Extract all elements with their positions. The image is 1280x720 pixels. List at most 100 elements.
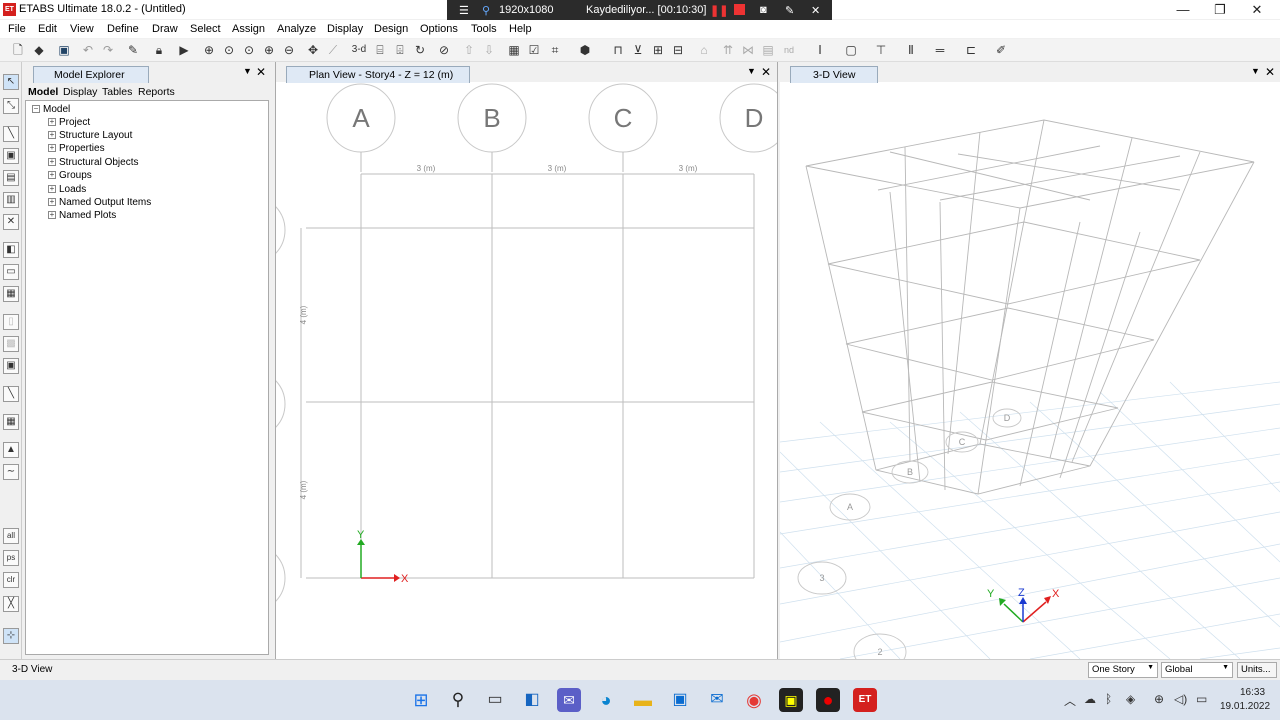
section-icon[interactable]: Ⅰ — [812, 42, 828, 58]
etabs-taskbar-icon[interactable]: ET — [853, 688, 877, 712]
grid-bubble-row[interactable] — [276, 196, 286, 264]
camera-icon[interactable]: ◙ — [760, 4, 767, 16]
tree-item-named-plots[interactable]: + Named Plots — [48, 210, 116, 221]
quick-wall-icon[interactable]: ▩ — [3, 336, 19, 352]
frame-icon[interactable]: ⊓ — [610, 42, 626, 58]
tab-model[interactable]: Model — [28, 86, 58, 98]
grid-bubble-row[interactable] — [276, 544, 286, 612]
link-icon[interactable]: ╲ — [3, 386, 19, 402]
opening-icon[interactable]: ▣ — [3, 358, 19, 374]
menu-select[interactable]: Select — [190, 23, 221, 35]
tab-reports[interactable]: Reports — [138, 86, 175, 98]
search-icon[interactable]: ⚲ — [446, 688, 470, 712]
close-button[interactable]: ✕ — [1238, 0, 1276, 19]
expand-icon[interactable]: + — [48, 198, 56, 207]
open-icon[interactable]: ◆ — [31, 42, 47, 58]
menu-analyze[interactable]: Analyze — [277, 23, 316, 35]
menu-options[interactable]: Options — [420, 23, 458, 35]
panel-menu-icon[interactable]: ▼ — [747, 66, 756, 76]
perspective-icon[interactable]: ⊘ — [436, 42, 452, 58]
clock-time[interactable]: 16:33 — [1240, 687, 1265, 698]
tree-item-properties[interactable]: + Properties — [48, 143, 105, 154]
object-shrink-icon[interactable]: ⬢ — [577, 42, 593, 58]
zoom-in-icon[interactable]: ⊕ — [261, 42, 277, 58]
stress-diagram-icon[interactable]: ⊟ — [670, 42, 686, 58]
reshape-icon[interactable]: ⤡ — [3, 98, 19, 114]
pin-icon[interactable]: ⚲ — [482, 4, 490, 17]
story-combo[interactable]: One Story ▼ — [1088, 662, 1158, 678]
expand-icon[interactable]: + — [48, 158, 56, 167]
reaction-icon[interactable]: ⇈ — [720, 42, 736, 58]
cloud-icon[interactable]: ☁ — [1084, 692, 1096, 706]
units-button[interactable]: Units... — [1237, 662, 1277, 678]
run-analysis-icon[interactable]: ▶ — [176, 42, 192, 58]
snap-icon[interactable]: ⊹ — [3, 628, 19, 644]
tree-item-loads[interactable]: + Loads — [48, 184, 86, 195]
app-icon[interactable]: ▣ — [779, 688, 803, 712]
file-explorer-icon[interactable]: ▬ — [631, 688, 655, 712]
battery-icon[interactable]: ▭ — [1196, 692, 1207, 706]
recorder-icon[interactable]: ● — [816, 688, 840, 712]
quick-floor-icon[interactable]: ▦ — [3, 286, 19, 302]
expand-icon[interactable]: + — [48, 118, 56, 127]
pencil-icon[interactable]: ✎ — [125, 42, 141, 58]
zoom-window-icon[interactable]: ⊕ — [201, 42, 217, 58]
minimize-button[interactable]: — — [1164, 0, 1202, 19]
menu-help[interactable]: Help — [509, 23, 532, 35]
model-explorer-tab[interactable]: Model Explorer — [33, 66, 149, 83]
menu-design[interactable]: Design — [374, 23, 408, 35]
chat-icon[interactable]: ✉ — [557, 688, 581, 712]
grid-bubble-row[interactable] — [276, 370, 286, 438]
expand-icon[interactable]: + — [48, 211, 56, 220]
select-all-button[interactable]: all — [3, 528, 19, 544]
options-icon[interactable]: ⌗ — [547, 42, 563, 58]
bluetooth-icon[interactable]: ᛒ — [1105, 692, 1112, 706]
zoom-out-icon[interactable]: ⊖ — [281, 42, 297, 58]
clock-date[interactable]: 19.01.2022 — [1220, 701, 1270, 712]
menu-draw[interactable]: Draw — [152, 23, 178, 35]
tree-item-groups[interactable]: + Groups — [48, 170, 92, 181]
mail-icon[interactable]: ✉ — [705, 688, 729, 712]
close-recorder-icon[interactable]: ✕ — [811, 4, 820, 17]
set-display-icon[interactable]: ▦ — [506, 42, 522, 58]
widgets-icon[interactable]: ◧ — [520, 688, 544, 712]
draw-column-icon[interactable]: ▤ — [3, 170, 19, 186]
draw-wall-icon[interactable]: ▯ — [3, 314, 19, 330]
redo-icon[interactable]: ↷ — [100, 42, 116, 58]
draw-brace-icon[interactable]: ▥ — [3, 192, 19, 208]
menu-icon[interactable]: ☰ — [459, 4, 469, 17]
wave-icon[interactable]: ∼ — [3, 464, 19, 480]
intersect-icon[interactable]: ╳ — [3, 596, 19, 612]
force-diagram-icon[interactable]: ⊞ — [650, 42, 666, 58]
3d-view-window[interactable]: 3-D View ▼ ✕ A B C D 3 2 X Y Z — [780, 62, 1280, 659]
column-section-icon[interactable]: Ⅱ — [903, 42, 919, 58]
draw-floor-icon[interactable]: ◧ — [3, 242, 19, 258]
save-icon[interactable]: ▣ — [56, 42, 72, 58]
draw-x-brace-icon[interactable]: ✕ — [3, 214, 19, 230]
nd-button[interactable]: nd — [781, 42, 797, 58]
coordinate-system-combo[interactable]: Global ▼ — [1161, 662, 1233, 678]
tab-display[interactable]: Display — [63, 86, 97, 98]
pan-icon[interactable]: ✥ — [305, 42, 321, 58]
expand-icon[interactable]: + — [48, 185, 56, 194]
task-view-icon[interactable]: ▭ — [483, 688, 507, 712]
pause-icon[interactable]: ❚❚ — [710, 4, 728, 17]
pen-icon[interactable]: ✎ — [785, 4, 794, 17]
plan-view-tab[interactable]: Plan View - Story4 - Z = 12 (m) — [286, 66, 470, 83]
zoom-icon[interactable]: ⊙ — [241, 42, 257, 58]
close-3d-view-icon[interactable]: ✕ — [1265, 65, 1275, 79]
draw-tool-icon[interactable]: ✐ — [993, 42, 1009, 58]
store-icon[interactable]: ▣ — [668, 688, 692, 712]
expand-icon[interactable]: + — [48, 144, 56, 153]
chrome-icon[interactable]: ◉ — [742, 688, 766, 712]
menu-assign[interactable]: Assign — [232, 23, 265, 35]
tree-item-named-output-items[interactable]: + Named Output Items — [48, 197, 151, 208]
tree-root-model[interactable]: − Model — [32, 104, 70, 115]
previous-select-button[interactable]: ps — [3, 550, 19, 566]
menu-view[interactable]: View — [70, 23, 94, 35]
elevation-view-icon[interactable]: ⌹ — [392, 42, 408, 58]
tree-item-structural-objects[interactable]: + Structural Objects — [48, 157, 138, 168]
volume-icon[interactable]: ◁) — [1174, 692, 1187, 706]
table-icon[interactable]: ▤ — [760, 42, 776, 58]
tree-item-project[interactable]: + Project — [48, 117, 90, 128]
